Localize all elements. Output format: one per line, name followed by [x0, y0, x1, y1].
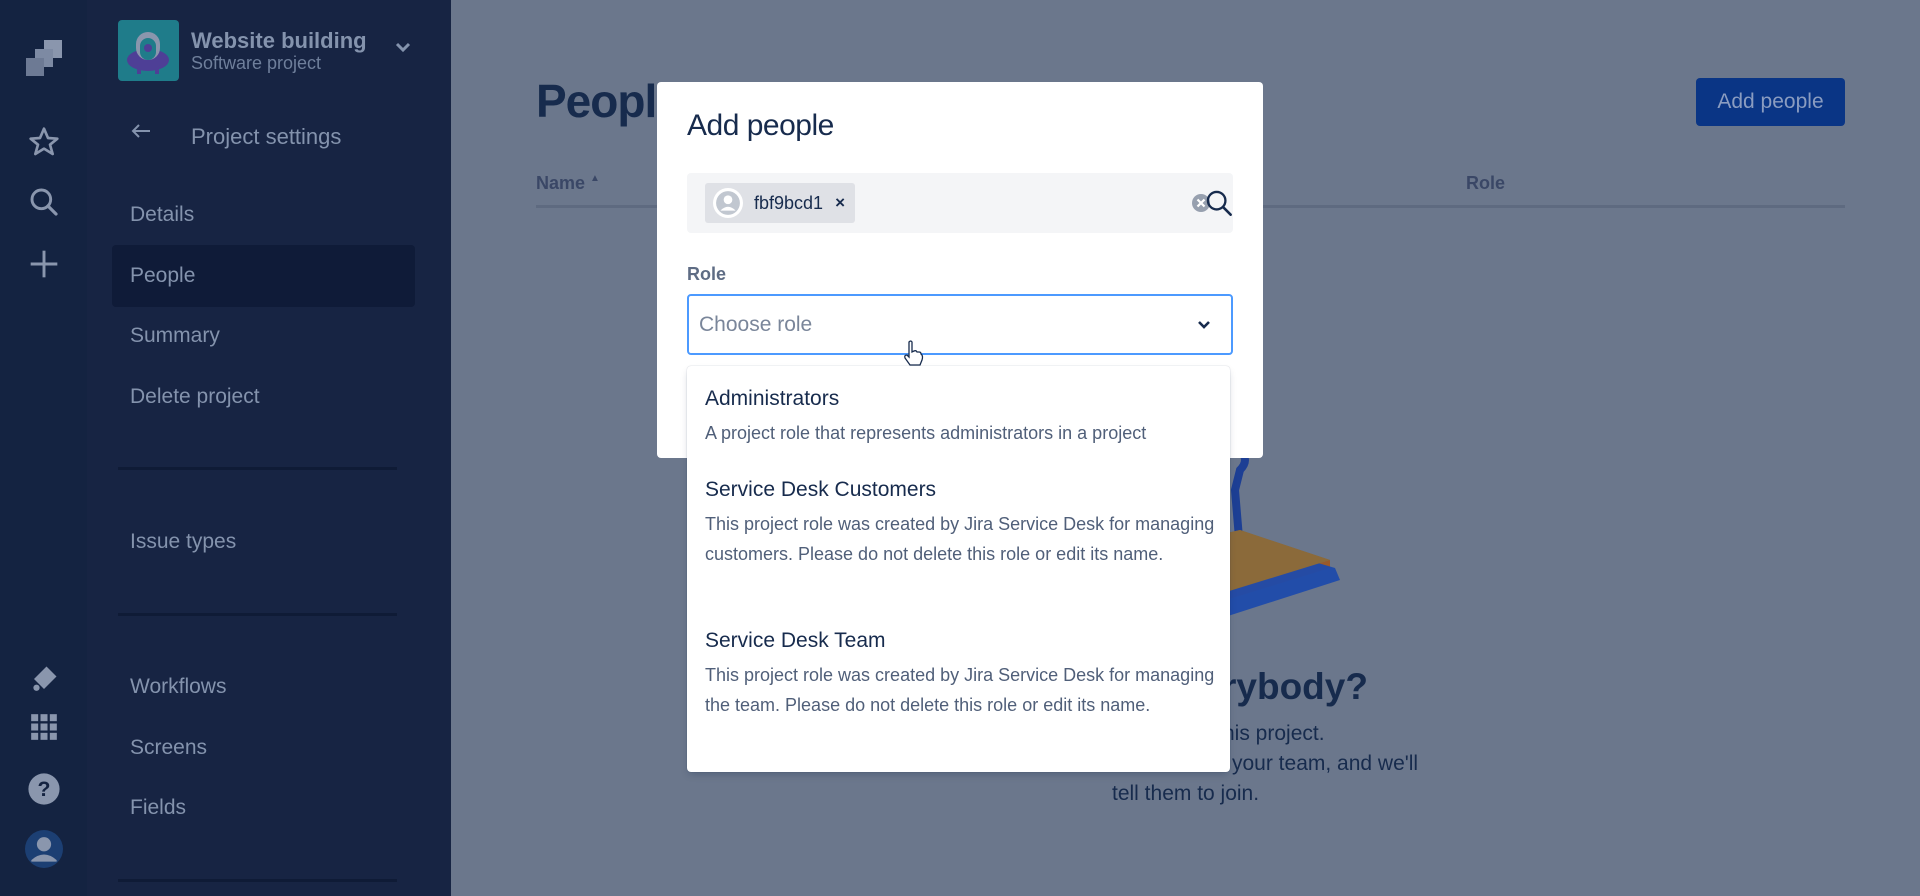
sidebar-item-delete-project[interactable]: Delete project	[112, 366, 415, 428]
jira-logo-icon[interactable]	[0, 36, 87, 80]
empty-state-line-3: tell them to join.	[1112, 782, 1260, 805]
sort-ascending-icon: ▲	[590, 173, 600, 184]
search-icon[interactable]	[0, 186, 87, 218]
role-option-service-desk-customers[interactable]: Service Desk Customers This project role…	[705, 477, 1215, 569]
sidebar-item-issue-types[interactable]: Issue types	[112, 511, 415, 573]
sidebar-item-summary[interactable]: Summary	[112, 305, 415, 367]
sidebar-item-fields[interactable]: Fields	[112, 777, 415, 839]
project-header[interactable]: Website building Software project	[118, 20, 367, 81]
sidebar-divider	[118, 879, 397, 882]
project-avatar	[118, 20, 179, 81]
help-icon[interactable]: ?	[0, 772, 87, 806]
role-option-administrators[interactable]: Administrators A project role that repre…	[705, 386, 1215, 448]
back-arrow-icon[interactable]	[130, 122, 152, 140]
project-name: Website building	[191, 27, 367, 53]
sidebar-item-people[interactable]: People	[112, 245, 415, 307]
column-header-role[interactable]: Role	[1466, 173, 1505, 194]
user-picker-input[interactable]: fbf9bcd1 ×	[687, 173, 1233, 233]
role-select[interactable]: Choose role	[687, 294, 1233, 355]
empty-state-title: rybody?	[1222, 666, 1368, 707]
role-dropdown-menu: Administrators A project role that repre…	[687, 366, 1230, 772]
role-placeholder: Choose role	[699, 313, 813, 336]
modal-title: Add people	[687, 109, 834, 142]
column-header-name[interactable]: Name ▲	[536, 173, 600, 194]
empty-state-line-2: your team, and we'll	[1232, 752, 1419, 775]
role-option-title: Service Desk Customers	[705, 478, 937, 501]
role-option-title: Service Desk Team	[705, 629, 886, 652]
role-option-description: This project role was created by Jira Se…	[705, 514, 1215, 564]
remove-user-icon[interactable]: ×	[835, 193, 845, 213]
global-navigation: ?	[0, 0, 87, 896]
role-option-description: This project role was created by Jira Se…	[705, 665, 1215, 715]
add-people-button[interactable]: Add people	[1696, 78, 1845, 126]
role-option-description: A project role that represents administr…	[705, 423, 1147, 443]
chevron-down-icon[interactable]	[1197, 318, 1211, 336]
chevron-down-icon[interactable]	[394, 40, 412, 59]
project-sidebar: Website building Software project Projec…	[87, 0, 451, 896]
column-name-label: Name	[536, 173, 586, 193]
plus-icon[interactable]	[0, 248, 87, 280]
role-label: Role	[687, 264, 727, 284]
sidebar-item-screens[interactable]: Screens	[112, 717, 415, 779]
app-switcher-icon[interactable]	[0, 713, 87, 741]
sidebar-item-details[interactable]: Details	[112, 184, 415, 246]
sidebar-item-workflows[interactable]: Workflows	[112, 656, 415, 718]
hand-cursor-icon	[902, 340, 924, 373]
empty-state-line-1: his project.	[1223, 722, 1325, 745]
user-avatar-icon	[713, 188, 743, 218]
svg-text:?: ?	[37, 777, 50, 801]
sidebar-divider	[118, 613, 397, 616]
star-icon[interactable]	[0, 126, 87, 158]
sidebar-divider	[118, 467, 397, 470]
project-settings-label[interactable]: Project settings	[191, 124, 341, 150]
profile-avatar-icon[interactable]	[0, 830, 87, 868]
selected-user-name: fbf9bcd1	[754, 192, 824, 213]
selected-user-tag: fbf9bcd1 ×	[705, 183, 855, 223]
role-option-service-desk-team[interactable]: Service Desk Team This project role was …	[705, 628, 1215, 720]
role-option-title: Administrators	[705, 387, 840, 410]
project-type: Software project	[191, 52, 322, 73]
search-icon[interactable]	[1205, 189, 1233, 222]
notification-icon[interactable]	[0, 664, 87, 694]
